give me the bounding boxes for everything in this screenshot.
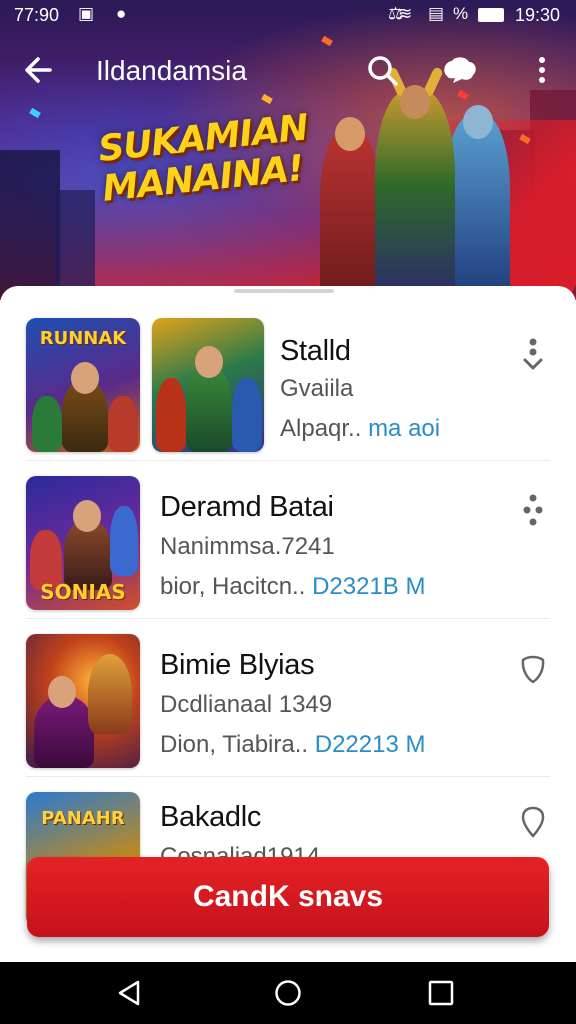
hero-head — [335, 117, 365, 151]
battery-icon — [478, 8, 504, 22]
item-meta: Dion, Tiabira.. D22213 M — [160, 730, 425, 760]
character-figure — [108, 396, 138, 452]
wifi-icon: ≋ — [398, 4, 413, 23]
arrow-left-icon — [25, 57, 52, 83]
character-face — [73, 500, 101, 532]
chat-bubble-icon — [444, 57, 476, 83]
hero-characters-illustration — [300, 66, 540, 300]
character-figure — [232, 378, 262, 452]
hero-character — [375, 90, 455, 300]
status-bar: 77:90 ▣ ● ⚖ ≋ ▤ % 19:30 — [0, 0, 576, 32]
character-face — [71, 362, 99, 394]
thumbnail-title: RUNNAK — [39, 328, 127, 349]
gallery-icon: ▣ — [78, 4, 95, 23]
nav-recents-icon — [428, 980, 454, 1006]
item-meta-prefix: Dion, Tiabira.. — [160, 731, 309, 758]
item-meta-value: D2321B M — [312, 573, 426, 600]
divider — [26, 460, 550, 461]
nav-home-button[interactable] — [271, 976, 305, 1010]
nav-back-button[interactable] — [112, 976, 146, 1010]
game-thumbnail[interactable]: SONIAS — [26, 476, 140, 610]
item-name: Stalld — [280, 335, 351, 367]
hero-headline: SUKAMIAN MANAINA! — [96, 106, 333, 210]
nav-back-icon — [118, 980, 140, 1006]
thumbnail-title: PANAHR — [41, 808, 125, 829]
item-meta-value: ma aoi — [368, 415, 441, 442]
divider — [26, 618, 550, 619]
item-name: Bimie Blyias — [160, 649, 315, 681]
chat-button[interactable] — [441, 54, 479, 88]
character-figure — [32, 396, 62, 452]
item-meta-prefix: Alpaqr.. — [280, 415, 362, 442]
back-button[interactable] — [20, 50, 60, 99]
messenger-icon: ● — [116, 4, 127, 23]
item-meta-prefix: bior, Hacitcn.. — [160, 573, 306, 600]
shield-icon — [521, 655, 545, 684]
battery-percent: % — [453, 4, 469, 23]
nav-recents-button[interactable] — [424, 976, 458, 1010]
nav-home-icon — [275, 980, 301, 1006]
hero-character — [320, 130, 380, 300]
divider — [26, 776, 550, 777]
item-subtitle: Dcdlianaal 1349 — [160, 691, 333, 718]
status-time: 77:90 — [14, 5, 60, 25]
item-location-button[interactable] — [516, 802, 550, 842]
city-building — [55, 190, 95, 300]
download-icon — [523, 338, 543, 370]
signal-icon: ▤ — [428, 4, 445, 23]
sheet-drag-handle[interactable] — [234, 289, 334, 293]
item-subtitle: Nanimmsa.7241 — [160, 533, 335, 560]
item-name: Bakadlc — [160, 801, 262, 833]
list-item[interactable]: SONIAS Deramd Batai Nanimmsa.7241 bior, … — [0, 474, 576, 624]
more-vertical-icon — [539, 57, 545, 83]
hero-head — [463, 105, 493, 139]
status-clock: 19:30 — [514, 5, 560, 25]
thumbnail-title: SONIAS — [40, 580, 126, 604]
confetti — [29, 107, 41, 119]
item-meta-value: D22213 M — [314, 731, 426, 758]
system-nav-bar — [0, 962, 576, 1024]
city-building — [0, 150, 60, 300]
primary-cta-button[interactable]: CandK snavs — [27, 857, 549, 937]
character-figure — [110, 506, 138, 576]
character-face — [195, 346, 223, 378]
item-options-button[interactable] — [516, 490, 550, 530]
game-thumbnail[interactable] — [26, 634, 140, 768]
character-figure — [186, 366, 232, 452]
game-thumbnail-secondary[interactable] — [152, 318, 264, 452]
map-pin-icon — [521, 806, 545, 838]
item-action-button[interactable] — [516, 650, 550, 690]
item-meta: Alpaqr.. ma aoi — [280, 414, 440, 444]
item-meta: bior, Hacitcn.. D2321B M — [160, 572, 425, 602]
app-bar: Ildandamsia — [0, 44, 576, 96]
search-button[interactable] — [366, 54, 400, 88]
more-dots-icon — [523, 494, 543, 526]
character-face — [48, 676, 76, 708]
character-figure — [156, 378, 186, 452]
list-item[interactable]: RUNNAK Stalld Gvaiila Alpaqr.. ma aoi — [0, 316, 576, 466]
item-subtitle: Gvaiila — [280, 375, 354, 402]
game-thumbnail[interactable]: RUNNAK — [26, 318, 140, 452]
item-name: Deramd Batai — [160, 491, 334, 523]
app-screen: SUKAMIAN MANAINA! 77:90 ▣ ● ⚖ ≋ ▤ % 19:3… — [0, 0, 576, 1024]
page-title: Ildandamsia — [96, 55, 247, 86]
download-button[interactable] — [516, 336, 550, 376]
more-options-button[interactable] — [530, 54, 554, 88]
list-item[interactable]: Bimie Blyias Dcdlianaal 1349 Dion, Tiabi… — [0, 632, 576, 782]
fire-creature — [88, 654, 132, 734]
search-icon — [368, 56, 398, 86]
